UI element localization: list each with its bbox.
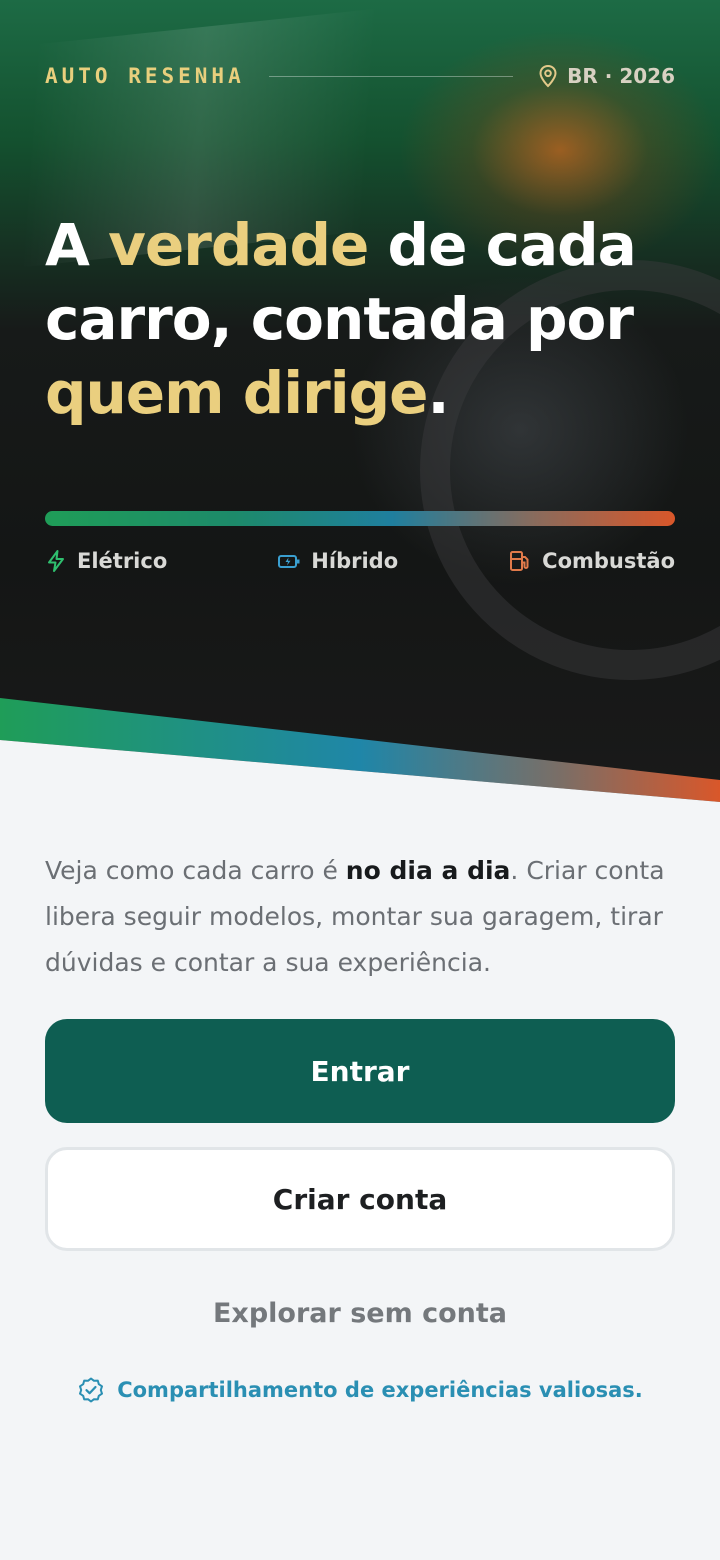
battery-charging-icon xyxy=(278,555,300,568)
footer-note-text: Compartilhamento de experiências valiosa… xyxy=(117,1378,643,1402)
fuel-pump-icon xyxy=(510,551,529,571)
brand-name: AUTO RESENHA xyxy=(45,64,245,88)
top-bar: AUTO RESENHA BR · 2026 xyxy=(45,58,675,94)
powertrain-hybrid: Híbrido xyxy=(277,549,398,573)
login-button[interactable]: Entrar xyxy=(45,1019,675,1123)
map-pin-icon xyxy=(539,64,557,88)
create-account-button[interactable]: Criar conta xyxy=(45,1147,675,1251)
headline-highlight: verdade xyxy=(108,211,369,279)
powertrain-combustion: Combustão xyxy=(508,549,675,573)
powertrain-electric: Elétrico xyxy=(45,549,167,573)
location-text: BR · 2026 xyxy=(567,64,675,88)
footer-note: Compartilhamento de experiências valiosa… xyxy=(0,1376,720,1404)
headline-highlight: quem dirige xyxy=(45,359,429,427)
divider-line xyxy=(268,75,514,77)
lightning-icon xyxy=(48,550,64,572)
verified-badge-icon xyxy=(79,1377,104,1403)
location-badge: BR · 2026 xyxy=(537,64,675,88)
intro-description: Veja como cada carro é no dia a dia. Cri… xyxy=(45,856,665,977)
powertrain-legend: Elétrico Híbrido Combustão xyxy=(45,544,675,578)
page-title: A verdade de cada carro, contada por que… xyxy=(45,211,637,427)
powertrain-gradient-bar xyxy=(45,511,675,526)
hero-divider-wedge xyxy=(0,698,720,830)
explore-without-account-link[interactable]: Explorar sem conta xyxy=(0,1298,720,1329)
description-emphasis: no dia a dia xyxy=(345,856,511,885)
